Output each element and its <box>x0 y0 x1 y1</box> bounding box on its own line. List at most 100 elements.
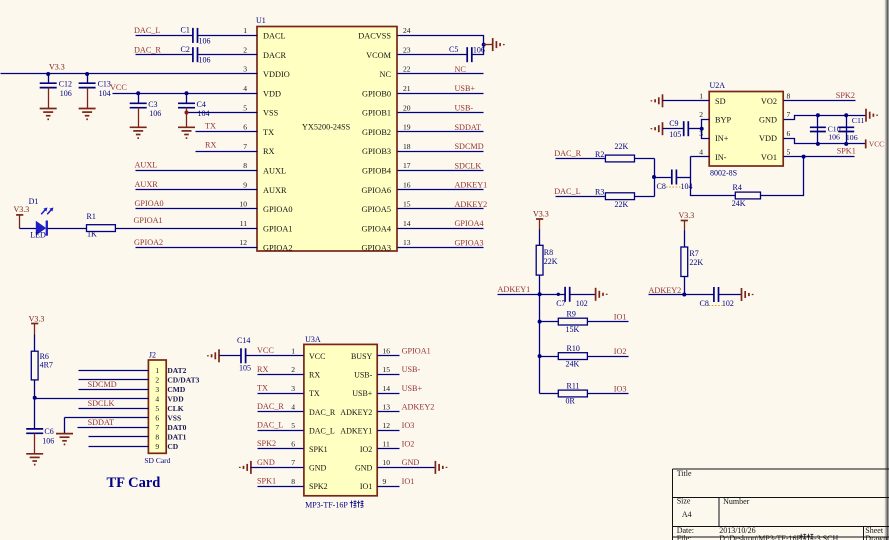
svg-text:106: 106 <box>828 133 840 142</box>
svg-text:VDD: VDD <box>759 134 777 143</box>
svg-text:104: 104 <box>99 89 111 98</box>
svg-text:R9: R9 <box>567 309 576 318</box>
svg-text:SPK2: SPK2 <box>309 482 328 491</box>
svg-text:R7: R7 <box>689 249 698 258</box>
svg-text:17: 17 <box>403 161 411 170</box>
svg-text:GND: GND <box>402 458 420 467</box>
svg-text:USB-: USB- <box>402 365 421 374</box>
svg-text:C1: C1 <box>181 26 190 35</box>
svg-text:105: 105 <box>239 363 251 372</box>
svg-text:IO1: IO1 <box>360 482 372 491</box>
svg-text:12: 12 <box>239 238 247 247</box>
svg-text:5: 5 <box>291 421 295 430</box>
svg-text:ADKEY1: ADKEY1 <box>498 285 531 294</box>
svg-text:22K: 22K <box>689 258 703 267</box>
svg-text:R4: R4 <box>733 183 742 192</box>
svg-text:RX: RX <box>309 371 320 380</box>
svg-text:13: 13 <box>383 402 391 411</box>
svg-text:11: 11 <box>240 219 248 228</box>
svg-text:DAC_L: DAC_L <box>554 187 580 196</box>
svg-text:YX5200-24SS: YX5200-24SS <box>302 123 351 132</box>
svg-text:C14: C14 <box>237 336 250 345</box>
svg-text:VO1: VO1 <box>761 153 777 162</box>
svg-text:SPK1: SPK1 <box>309 445 328 454</box>
svg-text:8002-8S: 8002-8S <box>710 169 737 178</box>
svg-text:104: 104 <box>681 182 693 191</box>
svg-text:SDDAT: SDDAT <box>88 418 114 427</box>
svg-text:SDCMD: SDCMD <box>455 142 484 151</box>
svg-text:7: 7 <box>787 110 791 119</box>
svg-text:15: 15 <box>383 365 391 374</box>
svg-text:R1: R1 <box>87 212 96 221</box>
svg-text:C8: C8 <box>657 182 666 191</box>
svg-text:SDDAT: SDDAT <box>455 123 481 132</box>
svg-text:ADKEY1: ADKEY1 <box>455 181 488 190</box>
svg-text:D:\Desktop\MP3-TF-16P: D:\Desktop\MP3-TF-16P <box>719 534 801 540</box>
svg-text:20: 20 <box>403 103 411 112</box>
svg-text:1: 1 <box>243 26 247 35</box>
svg-text:DAC_R: DAC_R <box>134 45 161 54</box>
svg-text:R8: R8 <box>544 248 553 257</box>
svg-text:VSS: VSS <box>167 413 181 422</box>
svg-text:5: 5 <box>787 147 791 156</box>
svg-text:V3.3: V3.3 <box>679 211 695 220</box>
svg-text:4: 4 <box>291 402 295 411</box>
svg-text:0R: 0R <box>566 397 576 406</box>
svg-text:102: 102 <box>722 299 734 308</box>
svg-text:NC: NC <box>455 65 467 74</box>
svg-text:C4: C4 <box>197 100 206 109</box>
svg-text:TX: TX <box>205 121 216 130</box>
svg-text:105: 105 <box>669 130 681 139</box>
svg-text:2: 2 <box>243 45 247 54</box>
svg-text:NC: NC <box>379 70 391 79</box>
svg-text:1K: 1K <box>87 230 97 239</box>
svg-text:File:: File: <box>677 534 692 540</box>
svg-text:C6: C6 <box>44 427 53 436</box>
svg-text:106: 106 <box>149 109 161 118</box>
svg-text:IO2: IO2 <box>402 440 415 449</box>
svg-text:CD/DAT3: CD/DAT3 <box>167 375 199 384</box>
svg-text:6: 6 <box>155 413 159 422</box>
svg-text:AUXL: AUXL <box>263 166 286 175</box>
svg-text:106: 106 <box>42 437 54 446</box>
svg-text:DAC_R: DAC_R <box>309 408 336 417</box>
svg-text:A4: A4 <box>682 510 692 519</box>
svg-text:SDCLK: SDCLK <box>88 399 115 408</box>
svg-text:SPK2: SPK2 <box>257 439 276 448</box>
svg-text:R3: R3 <box>595 187 604 196</box>
svg-text:GPIOA6: GPIOA6 <box>361 186 391 195</box>
svg-text:1: 1 <box>291 347 295 356</box>
svg-text:AUXR: AUXR <box>135 180 159 189</box>
svg-text:2: 2 <box>699 110 703 119</box>
svg-text:1: 1 <box>699 92 703 101</box>
svg-text:GPIOB1: GPIOB1 <box>362 109 391 118</box>
svg-text:C9: C9 <box>669 119 678 128</box>
svg-text:DAC_L: DAC_L <box>134 26 160 35</box>
svg-text:GPIOA0: GPIOA0 <box>263 205 293 214</box>
svg-text:RX: RX <box>205 141 216 150</box>
svg-text:Size: Size <box>677 496 691 505</box>
svg-text:VCC: VCC <box>110 83 127 92</box>
svg-text:SDCMD: SDCMD <box>88 380 117 389</box>
svg-text:BYP: BYP <box>715 116 732 125</box>
svg-text:GPIOA1: GPIOA1 <box>134 216 163 225</box>
svg-text:USB+: USB+ <box>402 384 423 393</box>
svg-text:C8: C8 <box>700 299 709 308</box>
svg-text:Drawn: Drawn <box>865 534 887 540</box>
svg-text:GPIOA4: GPIOA4 <box>361 224 391 233</box>
svg-text:VDDIO: VDDIO <box>263 70 290 79</box>
svg-text:VDD: VDD <box>167 394 184 403</box>
svg-text:-3.SCH: -3.SCH <box>814 534 838 540</box>
svg-text:DACR: DACR <box>263 51 287 60</box>
svg-text:22K: 22K <box>544 257 558 266</box>
svg-text:C11: C11 <box>852 116 865 125</box>
svg-text:7: 7 <box>155 423 159 432</box>
svg-text:U3A: U3A <box>305 335 321 344</box>
svg-text:V3.3: V3.3 <box>14 205 30 214</box>
svg-text:V3.3: V3.3 <box>533 210 549 219</box>
svg-text:4: 4 <box>243 84 247 93</box>
svg-text:5: 5 <box>243 103 247 112</box>
svg-text:SDCLK: SDCLK <box>455 161 482 170</box>
svg-text:DAT1: DAT1 <box>167 432 186 441</box>
svg-text:8: 8 <box>291 477 295 486</box>
